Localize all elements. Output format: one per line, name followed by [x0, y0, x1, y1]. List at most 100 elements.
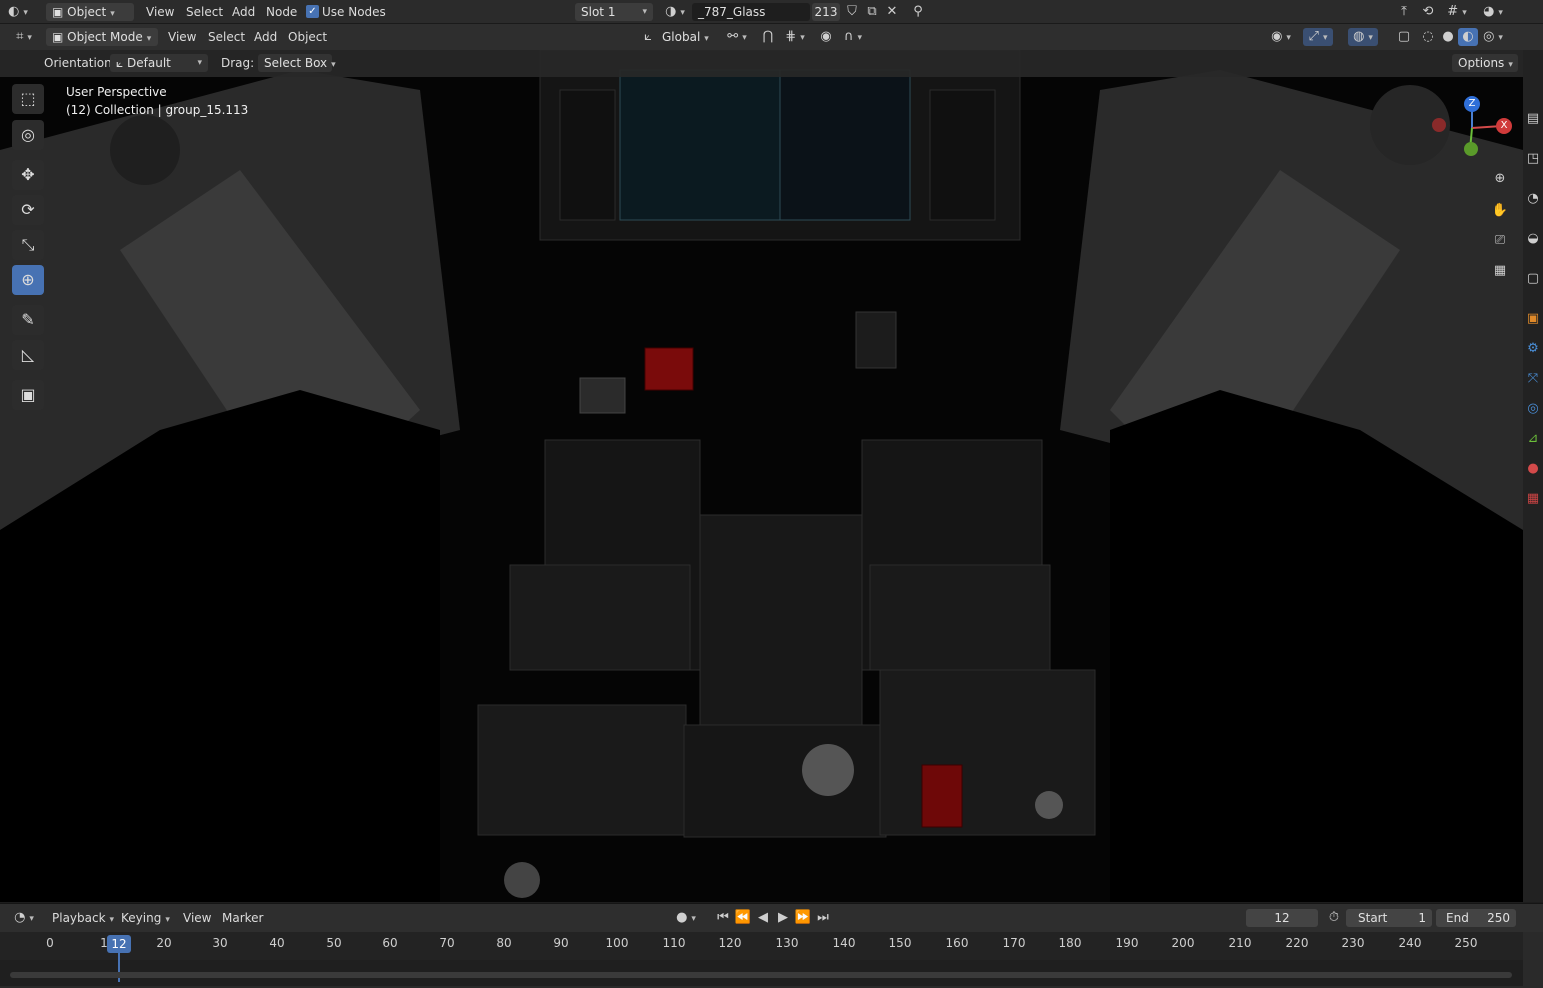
annotate-tool[interactable]: ✎ [12, 305, 44, 335]
snap-magnet-icon[interactable]: ⋂ [758, 28, 778, 46]
menu-view[interactable]: View [146, 3, 174, 21]
proportional-edit-icon[interactable]: ◉ [816, 28, 836, 46]
constraints-tab-icon[interactable]: ⤧ [1523, 370, 1543, 388]
editor-type-icon[interactable]: ◐ ▾ [8, 3, 28, 21]
jump-end-icon[interactable]: ⏭ [813, 909, 833, 927]
modifier-tab-icon[interactable]: ▣ [1523, 310, 1543, 328]
timeline-menu-playback[interactable]: Playback ▾ [52, 909, 114, 927]
object-tab-icon[interactable]: ▢ [1523, 270, 1543, 288]
current-frame-field[interactable]: 12 [1246, 909, 1318, 927]
snap-toggle-icon[interactable]: ⟲ [1418, 3, 1438, 21]
shading-rendered-icon[interactable]: ◎ ▾ [1478, 28, 1508, 46]
pivot-point-icon[interactable]: ⚯ ▾ [722, 28, 752, 46]
user-count-badge[interactable]: 213 [812, 3, 840, 21]
ruler-tick: 200 [1171, 936, 1195, 950]
fake-user-shield-icon[interactable]: ⛉ [842, 3, 862, 21]
3d-viewport[interactable]: User Perspective (12) Collection | group… [0, 50, 1523, 902]
use-nodes-checkbox[interactable]: ✓ [306, 5, 319, 18]
render-tab-icon[interactable]: ◳ [1523, 150, 1543, 168]
measure-tool[interactable]: ◺ [12, 340, 44, 370]
options-dropdown[interactable]: Options ▾ [1452, 54, 1518, 72]
ruler-tick: 60 [382, 936, 398, 950]
object-mode-dropdown[interactable]: ▣ Object Mode ▾ [46, 28, 158, 46]
play-reverse-icon[interactable]: ◀ [753, 909, 773, 927]
menu-node[interactable]: Node [266, 3, 297, 21]
pin-icon[interactable]: ⚲ [908, 3, 928, 21]
snap-target-icon[interactable]: ⋕ ▾ [780, 28, 810, 46]
gizmo-y-axis[interactable] [1464, 142, 1478, 156]
orientation-icon: ⟀ [116, 56, 128, 70]
duplicate-material-icon[interactable]: ⧉ [862, 3, 882, 21]
viewport-menu-select[interactable]: Select [208, 28, 245, 46]
gizmo-neg-x-axis[interactable] [1432, 118, 1446, 132]
vertex-tab-icon[interactable]: ⊿ [1523, 430, 1543, 448]
material-tab-icon[interactable]: ● [1523, 460, 1543, 478]
texture-tab-icon[interactable]: ▦ [1523, 490, 1543, 508]
ruler-tick: 150 [888, 936, 912, 950]
menu-select[interactable]: Select [186, 3, 223, 21]
gizmo-x-axis[interactable]: X [1496, 118, 1512, 134]
play-icon[interactable]: ▶ [773, 909, 793, 927]
data-tab-icon[interactable]: ◎ [1523, 400, 1543, 418]
tool-tab-icon[interactable]: ▤ [1523, 110, 1543, 128]
jump-start-icon[interactable]: ⏮ [713, 909, 733, 927]
shading-solid-icon[interactable]: ● [1438, 28, 1458, 46]
transform-orientation-label: Global [662, 30, 701, 44]
zoom-view-icon[interactable]: ⊕ [1490, 170, 1510, 188]
world-tab-icon[interactable]: ◒ [1523, 230, 1543, 248]
viewport-menu-view[interactable]: View [168, 28, 196, 46]
move-tool[interactable]: ✥ [12, 160, 44, 190]
slot-dropdown[interactable]: Slot 1 ▾ [575, 3, 653, 21]
transform-orientation-dropdown[interactable]: Global ▾ [656, 28, 716, 46]
viewport-menu-object[interactable]: Object [288, 28, 327, 46]
ortho-grid-icon[interactable]: ▦ [1490, 262, 1510, 280]
cursor-tool[interactable]: ◎ [12, 120, 44, 150]
gizmo-toggle-icon[interactable]: ⤢ ▾ [1303, 28, 1333, 46]
shading-wireframe-icon[interactable]: ◌ [1418, 28, 1438, 46]
drag-dropdown[interactable]: Select Box ▾ [258, 54, 336, 72]
parent-arrow-icon[interactable]: ⤒ [1394, 3, 1414, 21]
timeline-menu-marker[interactable]: Marker [222, 909, 263, 927]
jump-prev-keyframe-icon[interactable]: ⏪ [733, 909, 753, 927]
menu-add[interactable]: Add [232, 3, 255, 21]
transform-tool[interactable]: ⊕ [12, 265, 44, 295]
timeline-menu-keying[interactable]: Keying ▾ [121, 909, 170, 927]
material-browse-icon[interactable]: ◑ ▾ [660, 3, 690, 21]
start-frame-field[interactable]: Start 1 [1346, 909, 1432, 927]
scale-tool[interactable]: ⤡ [12, 230, 44, 260]
preview-range-clock-icon[interactable]: ⏱ [1324, 909, 1344, 927]
select-box-tool[interactable]: ⬚ [12, 84, 44, 114]
navigation-gizmo[interactable]: Z X [1430, 90, 1512, 160]
timeline-menu-view[interactable]: View [183, 909, 211, 927]
jump-next-keyframe-icon[interactable]: ⏩ [793, 909, 813, 927]
auto-keying-record-icon[interactable]: ● ▾ [668, 909, 704, 927]
viewport-editor-type-icon[interactable]: ⌗ ▾ [8, 28, 40, 46]
timeline-scrollbar[interactable] [10, 972, 1512, 978]
ruler-tick: 160 [945, 936, 969, 950]
visibility-eye-icon[interactable]: ◉ ▾ [1266, 28, 1296, 46]
viewport-header: ⌗ ▾ ▣ Object Mode ▾ View Select Add Object… [0, 24, 1543, 50]
physics-tab-icon[interactable]: ⚙ [1523, 340, 1543, 358]
shading-material-icon[interactable]: ◐ [1458, 28, 1478, 46]
falloff-curve-icon[interactable]: ∩ ▾ [838, 28, 868, 46]
viewport-menu-add[interactable]: Add [254, 28, 277, 46]
gizmo-z-axis[interactable]: Z [1464, 96, 1480, 112]
pan-hand-icon[interactable]: ✋ [1490, 202, 1510, 220]
snap-grid-icon[interactable]: # ▾ [1442, 3, 1472, 21]
camera-view-icon[interactable]: ⎚ [1490, 232, 1510, 250]
timeline-ruler[interactable]: 0 1 20 30 40 50 60 70 80 90 100 110 120 … [0, 932, 1523, 960]
object-type-dropdown[interactable]: ▣ Object ▾ [46, 3, 134, 21]
overlay-icon[interactable]: ◕ ▾ [1478, 3, 1508, 21]
unlink-close-icon[interactable]: ✕ [882, 3, 902, 21]
orientation-dropdown[interactable]: ⟀ Default ▾ [110, 54, 208, 72]
material-name-field[interactable]: _787_Glass [692, 3, 810, 21]
timeline-editor: ◔ ▾ Playback ▾ Keying ▾ View Marker ● ▾ ⏮ ⏪ … [0, 903, 1543, 988]
viewport-perspective-label: User Perspective [66, 85, 167, 99]
end-frame-field[interactable]: End 250 [1436, 909, 1516, 927]
xray-toggle-icon[interactable]: ▢ [1394, 28, 1414, 46]
overlays-toggle-icon[interactable]: ◍ ▾ [1348, 28, 1378, 46]
scene-tab-icon[interactable]: ◔ [1523, 190, 1543, 208]
timeline-editor-type-icon[interactable]: ◔ ▾ [8, 909, 40, 927]
add-cube-tool[interactable]: ▣ [12, 380, 44, 410]
rotate-tool[interactable]: ⟳ [12, 195, 44, 225]
